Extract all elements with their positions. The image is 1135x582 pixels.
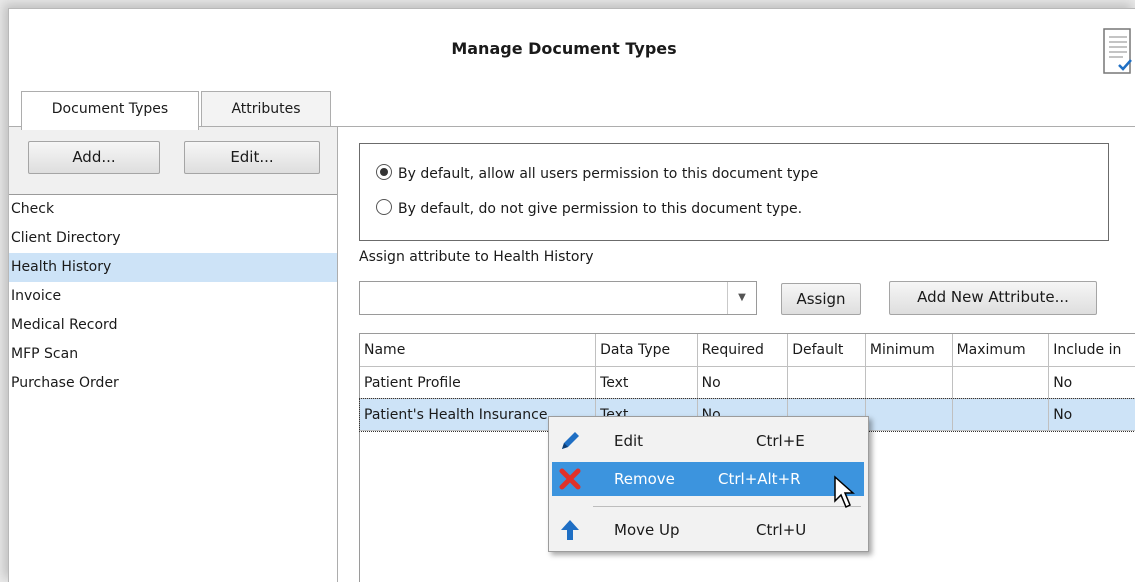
- list-item[interactable]: Check: [9, 195, 337, 224]
- tab-strip: Document Types Attributes: [9, 91, 1135, 130]
- column-header-default[interactable]: Default: [787, 334, 866, 367]
- tab-attributes[interactable]: Attributes: [201, 91, 331, 127]
- allow-radio-row[interactable]: By default, allow all users permission t…: [376, 162, 818, 186]
- document-icon: [1103, 28, 1132, 74]
- mouse-cursor-icon: [834, 475, 855, 509]
- column-header-data-type[interactable]: Data Type: [595, 334, 698, 367]
- column-header-required[interactable]: Required: [697, 334, 789, 367]
- cell-maximum: [952, 398, 1050, 431]
- assign-button[interactable]: Assign: [781, 283, 861, 315]
- menu-item-label: Remove: [614, 470, 675, 488]
- list-item[interactable]: Invoice: [9, 282, 337, 311]
- menu-item-edit[interactable]: Edit Ctrl+E: [552, 424, 864, 458]
- context-menu: Edit Ctrl+E Remove Ctrl+Alt+R Move Up Ct…: [548, 416, 869, 552]
- edit-button[interactable]: Edit...: [184, 141, 320, 174]
- cell-minimum: [865, 398, 953, 431]
- list-item[interactable]: MFP Scan: [9, 340, 337, 369]
- window-title: Manage Document Types: [451, 39, 677, 58]
- menu-separator: [593, 506, 861, 507]
- list-item[interactable]: Client Directory: [9, 224, 337, 253]
- deny-radio[interactable]: [376, 199, 392, 215]
- manage-document-types-window: Manage Document Types Document Types Att…: [8, 8, 1135, 582]
- cell-include-in: No: [1048, 398, 1135, 431]
- cell-name: Patient Profile: [360, 366, 597, 399]
- column-header-include-in[interactable]: Include in: [1048, 334, 1135, 367]
- document-type-list: Check Client Directory Health History In…: [9, 194, 337, 582]
- up-arrow-icon: [561, 520, 579, 540]
- attribute-combobox[interactable]: ▼: [359, 281, 757, 315]
- menu-item-shortcut: Ctrl+E: [756, 432, 805, 450]
- menu-item-label: Move Up: [614, 521, 680, 539]
- red-x-icon: [559, 468, 581, 490]
- allow-radio-label: By default, allow all users permission t…: [398, 166, 819, 182]
- deny-radio-row[interactable]: By default, do not give permission to th…: [376, 197, 802, 221]
- list-item[interactable]: Purchase Order: [9, 369, 337, 398]
- cell-required: No: [697, 366, 789, 399]
- menu-item-shortcut: Ctrl+U: [756, 521, 807, 539]
- assign-attribute-label: Assign attribute to Health History: [359, 249, 594, 265]
- tab-document-types[interactable]: Document Types: [21, 91, 199, 130]
- add-button[interactable]: Add...: [28, 141, 160, 174]
- menu-item-label: Edit: [614, 432, 644, 450]
- permission-group: By default, allow all users permission t…: [359, 143, 1109, 241]
- cell-default: [787, 366, 866, 399]
- chevron-down-icon[interactable]: ▼: [727, 282, 756, 314]
- cell-include-in: No: [1048, 366, 1135, 399]
- menu-item-remove[interactable]: Remove Ctrl+Alt+R: [552, 462, 864, 496]
- deny-radio-label: By default, do not give permission to th…: [398, 201, 803, 217]
- pencil-icon: [562, 432, 579, 449]
- menu-item-move-up[interactable]: Move Up Ctrl+U: [552, 513, 864, 547]
- cell-minimum: [865, 366, 953, 399]
- cell-data-type: Text: [595, 366, 698, 399]
- grid-header-row: Name Data Type Required Default Minimum …: [360, 334, 1135, 367]
- allow-radio[interactable]: [376, 164, 392, 180]
- column-header-maximum[interactable]: Maximum: [952, 334, 1050, 367]
- add-new-attribute-button[interactable]: Add New Attribute...: [889, 281, 1097, 315]
- list-item-selected[interactable]: Health History: [9, 253, 337, 282]
- column-header-name[interactable]: Name: [360, 334, 597, 367]
- cell-maximum: [952, 366, 1050, 399]
- column-header-minimum[interactable]: Minimum: [865, 334, 953, 367]
- menu-item-shortcut: Ctrl+Alt+R: [718, 470, 801, 488]
- table-row[interactable]: Patient Profile Text No No: [360, 366, 1135, 399]
- list-item[interactable]: Medical Record: [9, 311, 337, 340]
